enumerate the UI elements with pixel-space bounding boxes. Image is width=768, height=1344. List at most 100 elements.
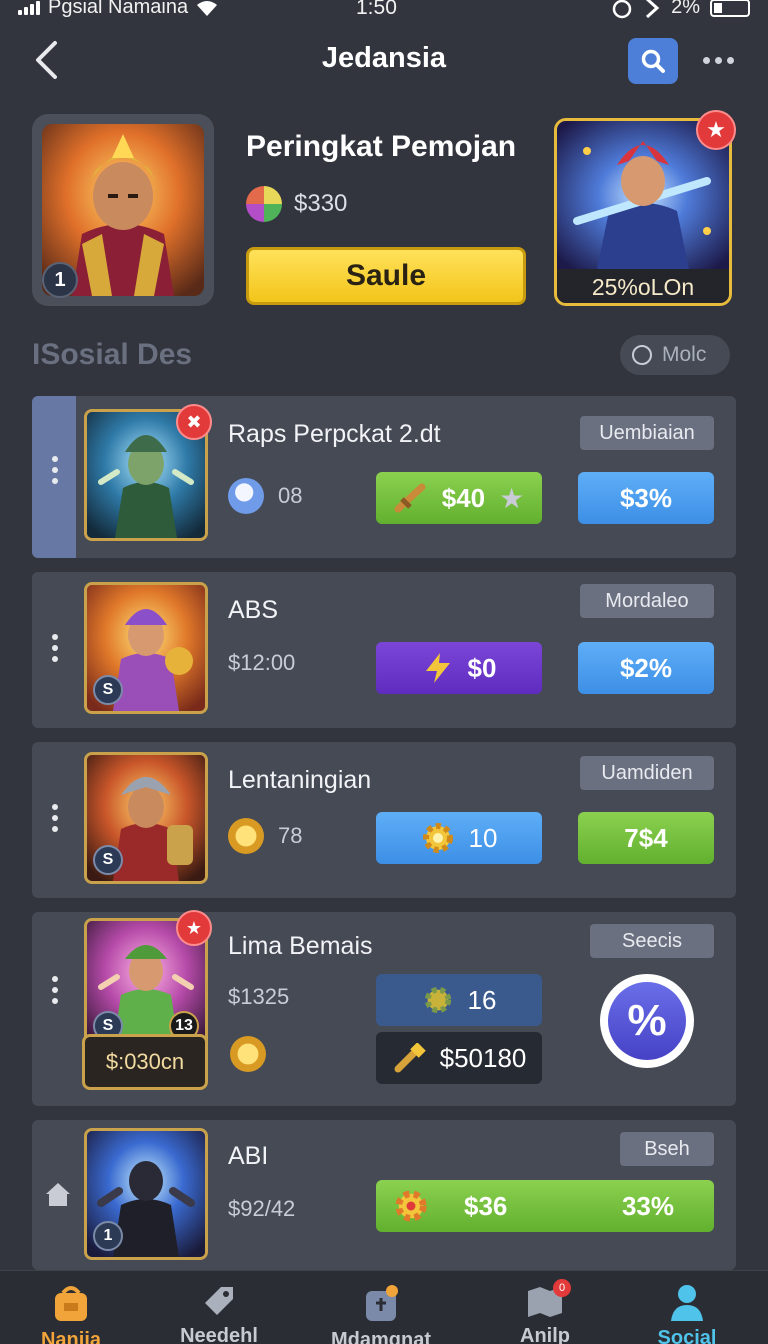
lightning-icon [425,653,450,683]
category-tag: Uamdiden [580,756,714,790]
row-stat: 08 [228,478,302,514]
character-thumbnail: S [84,582,208,714]
wifi-icon [197,0,218,16]
buy-button[interactable]: $0 [376,642,542,694]
category-tag: Mordaleo [580,584,714,618]
status-bar: Pgsial Namaina 1:50 2% [0,0,768,20]
gear-icon [424,986,451,1014]
price-plate: $:030cn [82,1034,208,1090]
row-stat: $92/42 [228,1196,295,1222]
gear-icon [422,823,453,853]
row-stat: $12:00 [228,650,295,676]
list-item[interactable]: ✖ Raps Perpckat 2.dt 08 Uembiaian $40 ★ … [32,396,736,558]
drag-handle-icon[interactable] [50,804,60,832]
favorite-badge-icon: ✖ [176,404,212,440]
status-time: 1:50 [356,0,397,19]
promo-label: 25%oLOn [557,269,729,303]
list-item[interactable]: S ABS $12:00 Mordaleo $0 $2% [32,572,736,728]
hammer-icon [394,1043,426,1073]
carrier-name: Pgsial Namaina [48,0,189,18]
search-button[interactable] [628,38,678,84]
search-icon [641,49,665,73]
drag-handle-icon[interactable] [50,456,60,484]
percent-icon: % [608,982,686,1060]
discount-button[interactable]: 7$4 [578,812,714,864]
row-stat-value: $1325 [228,984,290,1009]
tag-icon [199,1283,239,1319]
home-icon[interactable] [44,1180,72,1213]
buy-button[interactable]: $36 33% [376,1180,714,1232]
hero-title: Peringkat Pemojan [246,130,517,163]
level-badge: S [93,845,123,875]
row-name: Lima Bemais [228,932,373,960]
shield-token-icon [228,478,264,514]
backpack-icon [51,1283,91,1323]
category-tag: Uembiaian [580,416,714,450]
drag-handle-icon[interactable] [50,634,60,662]
discount-button[interactable]: $2% [578,642,714,694]
gold-coin-icon [230,1036,266,1072]
row-name: Raps Perpckat 2.dt [228,420,441,448]
gem-coin-icon [246,186,282,222]
star-icon: ★ [499,482,525,514]
signal-icon [18,0,40,15]
row-stat: 78 [228,818,302,854]
filter-label: Molc [662,343,707,366]
drag-handle-icon[interactable] [50,976,60,1004]
level-badge: S [93,675,123,705]
more-options-button[interactable] [695,40,741,80]
discount-percent: 33% [621,1190,674,1221]
row-stat-value: 08 [278,483,303,508]
dot-icon [714,56,722,64]
battery-percent: 2% [671,0,700,18]
filter-toggle[interactable]: Molc [620,335,730,375]
star-badge-icon: ★ [176,910,212,946]
row-stat-value: $92/42 [228,1196,296,1221]
nav-item-nanjia[interactable]: Nanjia [0,1271,146,1344]
map-icon: 0 [525,1279,571,1319]
row-name: ABS [228,596,279,624]
rank-badge: 1 [42,262,78,298]
list-item[interactable]: 1 ABI $92/42 Bseh $36 33% [32,1120,736,1270]
row-name: ABI [228,1142,269,1170]
hero-price: $330 [246,186,347,222]
category-tag: Bseh [620,1132,714,1166]
section-title: ISosial Des [32,338,193,371]
row-stat: $1325 [228,984,289,1010]
hero-price-value: $330 [294,190,348,217]
buy-button[interactable]: 16 [376,974,542,1026]
list-item[interactable]: S Lentaningian 78 Uamdiden 10 7$4 [32,742,736,898]
dot-icon [726,56,734,64]
shield-icon [361,1283,401,1323]
level-badge: 1 [93,1221,123,1251]
notification-badge: 0 [553,1279,571,1297]
row-name: Lentaningian [228,766,372,794]
buy-button[interactable]: 10 [376,812,542,864]
nav-item-anilp[interactable]: 0 Anilp [470,1271,620,1344]
character-thumbnail: S [84,752,208,884]
nav-item-social[interactable]: Social [612,1271,762,1344]
sword-icon [394,483,426,513]
nav-item-needehl[interactable]: Needehl [144,1271,294,1344]
nav-item-mdamgnat[interactable]: Mdamgnat [306,1271,456,1344]
row-stat-value: $12:00 [228,650,296,675]
character-thumbnail: 1 [84,1128,208,1260]
percent-discount-button[interactable]: % [600,974,694,1068]
person-icon [667,1283,707,1321]
sale-button[interactable]: Saule [246,247,526,305]
category-tag: Seecis [590,924,714,958]
price-button[interactable]: $50180 [376,1032,542,1084]
alarm-icon [612,0,632,18]
gear-icon [395,1190,427,1222]
gold-coin-icon [228,818,264,854]
battery-icon [710,0,750,17]
radio-icon [632,345,652,365]
buy-button[interactable]: $40 ★ [376,472,542,524]
star-badge-icon: ★ [696,110,736,150]
row-stat-value: 78 [278,823,303,848]
dot-icon [702,56,710,64]
header: Jedansia [0,30,768,94]
hero-portrait[interactable]: 1 [32,114,214,306]
discount-button[interactable]: $3% [578,472,714,524]
bottom-nav: Nanjia Needehl Mdamgnat 0 Anilp Social [0,1270,768,1344]
